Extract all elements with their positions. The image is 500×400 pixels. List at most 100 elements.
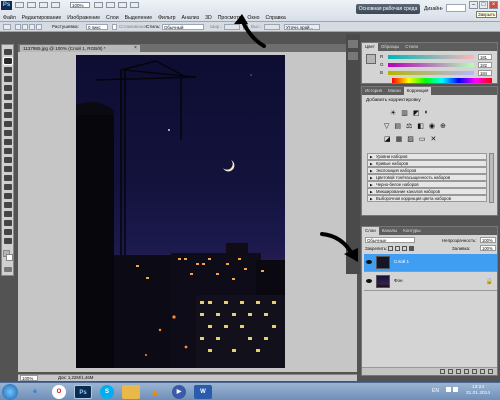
- exposure-icon[interactable]: ◐: [425, 109, 429, 117]
- workspace-design-button[interactable]: Дизайн: [424, 6, 441, 12]
- cs-live-search-input[interactable]: [446, 4, 466, 12]
- preset-exposure[interactable]: Экспозиция наборов: [367, 167, 487, 174]
- green-slider[interactable]: G 182: [366, 62, 494, 68]
- menu-filter[interactable]: Фильтр: [155, 14, 178, 22]
- gradient-tool-icon[interactable]: [4, 148, 12, 154]
- background-color-swatch[interactable]: [6, 254, 13, 261]
- subtract-selection-icon[interactable]: [29, 24, 35, 30]
- preset-hue-saturation[interactable]: Цветовой тон/Насыщенность наборов: [367, 174, 487, 181]
- channel-mixer-icon[interactable]: ⊕: [440, 122, 446, 130]
- spot-healing-tool-icon[interactable]: [4, 103, 12, 109]
- menu-image[interactable]: Изображение: [64, 14, 103, 22]
- feather-input[interactable]: 0 пикс: [86, 24, 108, 30]
- dodge-tool-icon[interactable]: [4, 166, 12, 172]
- layer-name[interactable]: Фон: [394, 278, 403, 283]
- lock-image-icon[interactable]: [395, 246, 400, 251]
- internet-explorer-icon[interactable]: e: [26, 385, 44, 399]
- preset-curves[interactable]: Кривые наборов: [367, 160, 487, 167]
- selective-color-icon[interactable]: ✕: [431, 135, 437, 143]
- arrange-documents-icon[interactable]: [118, 2, 127, 8]
- tab-adjustments[interactable]: Коррекция: [403, 87, 432, 95]
- media-player-icon[interactable]: ▶: [172, 385, 186, 399]
- maximize-button[interactable]: □: [479, 1, 488, 9]
- clone-stamp-tool-icon[interactable]: [4, 121, 12, 127]
- photoshop-taskbar-icon[interactable]: Ps: [74, 385, 92, 399]
- workspace-essentials-button[interactable]: Основная рабочая среда: [356, 4, 420, 14]
- word-icon[interactable]: W: [194, 385, 212, 399]
- document-tab-close-icon[interactable]: ×: [134, 45, 137, 52]
- add-selection-icon[interactable]: [22, 24, 28, 30]
- vibrance-icon[interactable]: ▽: [384, 122, 389, 130]
- lock-position-icon[interactable]: [402, 246, 407, 251]
- blue-slider-bar[interactable]: [388, 71, 474, 75]
- fill-input[interactable]: 100%: [480, 245, 496, 251]
- windows-explorer-icon[interactable]: [122, 385, 140, 399]
- preset-selective-color[interactable]: Выборочная коррекция цвета наборов: [367, 195, 487, 202]
- color-balance-icon[interactable]: ⚖: [406, 122, 412, 130]
- brightness-contrast-icon[interactable]: ☀: [390, 109, 396, 117]
- presets-scrollbar[interactable]: [489, 153, 494, 203]
- lock-all-icon[interactable]: [409, 246, 414, 251]
- intersect-selection-icon[interactable]: [36, 24, 42, 30]
- zoom-tool-icon[interactable]: [106, 2, 115, 8]
- rectangular-marquee-tool-icon[interactable]: [3, 57, 13, 65]
- zoom-level-field[interactable]: 100%: [70, 2, 90, 8]
- red-value-input[interactable]: 181: [478, 54, 492, 60]
- blur-tool-icon[interactable]: [4, 157, 12, 163]
- add-mask-icon[interactable]: [456, 369, 461, 374]
- curves-icon[interactable]: ◩: [413, 109, 420, 117]
- clock[interactable]: 13:24 31.01.2014: [466, 385, 490, 397]
- menu-layer[interactable]: Слои: [103, 14, 122, 22]
- green-value-input[interactable]: 182: [478, 62, 492, 68]
- trash-icon[interactable]: [488, 369, 493, 374]
- layer-name[interactable]: Слой 1: [394, 259, 409, 264]
- posterize-icon[interactable]: ▦: [396, 135, 403, 143]
- tab-history[interactable]: История: [362, 87, 385, 95]
- skype-icon[interactable]: S: [100, 385, 114, 399]
- pen-tool-icon[interactable]: [4, 175, 12, 181]
- smooth-checkbox[interactable]: [112, 24, 117, 30]
- layer-row-background[interactable]: Фон 🔒: [364, 273, 497, 291]
- tab-masks[interactable]: Маски: [385, 87, 404, 95]
- hand-tool-icon[interactable]: [94, 2, 103, 8]
- tool-preset-picker[interactable]: [3, 24, 11, 30]
- tab-paths[interactable]: Контуры: [400, 227, 423, 235]
- new-group-icon[interactable]: [472, 369, 477, 374]
- move-tool-icon[interactable]: [4, 49, 12, 55]
- link-layers-icon[interactable]: [440, 369, 445, 374]
- tray-icon[interactable]: [453, 387, 458, 392]
- red-slider[interactable]: R 181: [366, 54, 494, 60]
- vlc-icon[interactable]: ▲: [146, 385, 164, 399]
- minibridge-icon[interactable]: [27, 2, 36, 8]
- crop-tool-icon[interactable]: [4, 85, 12, 91]
- eraser-tool-icon[interactable]: [4, 139, 12, 145]
- document-tab[interactable]: 1137985.jpg @ 100% (Слой 1, RGB/8) *: [20, 45, 140, 52]
- new-adjustment-layer-icon[interactable]: [464, 369, 469, 374]
- workspace-more-button[interactable]: »: [440, 6, 443, 12]
- lasso-tool-icon[interactable]: [4, 67, 12, 73]
- hue-saturation-icon[interactable]: ▤: [394, 122, 401, 130]
- style-select[interactable]: Обычный: [162, 24, 204, 30]
- refine-edge-button[interactable]: Уточн. край...: [284, 24, 320, 30]
- layer-row-layer1[interactable]: Слой 1: [364, 254, 497, 272]
- menu-select[interactable]: Выделение: [122, 14, 156, 22]
- photo-filter-icon[interactable]: ◉: [429, 122, 435, 130]
- threshold-icon[interactable]: ▨: [407, 135, 414, 143]
- black-white-icon[interactable]: ◧: [417, 122, 424, 130]
- invert-icon[interactable]: ◪: [384, 135, 391, 143]
- panel-dock-icon[interactable]: [348, 52, 358, 60]
- lock-transparent-icon[interactable]: [388, 246, 393, 251]
- path-selection-tool-icon[interactable]: [4, 193, 12, 199]
- preset-levels[interactable]: Уровни наборов: [367, 153, 487, 160]
- opacity-input[interactable]: 100%: [480, 237, 496, 243]
- eye-visibility-icon[interactable]: [366, 260, 372, 264]
- start-orb-icon[interactable]: [2, 384, 18, 400]
- history-brush-tool-icon[interactable]: [4, 130, 12, 136]
- bridge-launch-icon[interactable]: [15, 2, 24, 8]
- color-ramp[interactable]: [392, 78, 492, 83]
- tab-styles[interactable]: Стили: [402, 43, 421, 51]
- tab-layers[interactable]: Слои: [362, 227, 379, 235]
- menu-edit[interactable]: Редактирование: [19, 14, 65, 22]
- tab-swatches[interactable]: Образцы: [378, 43, 402, 51]
- screen-mode-icon[interactable]: [130, 2, 139, 8]
